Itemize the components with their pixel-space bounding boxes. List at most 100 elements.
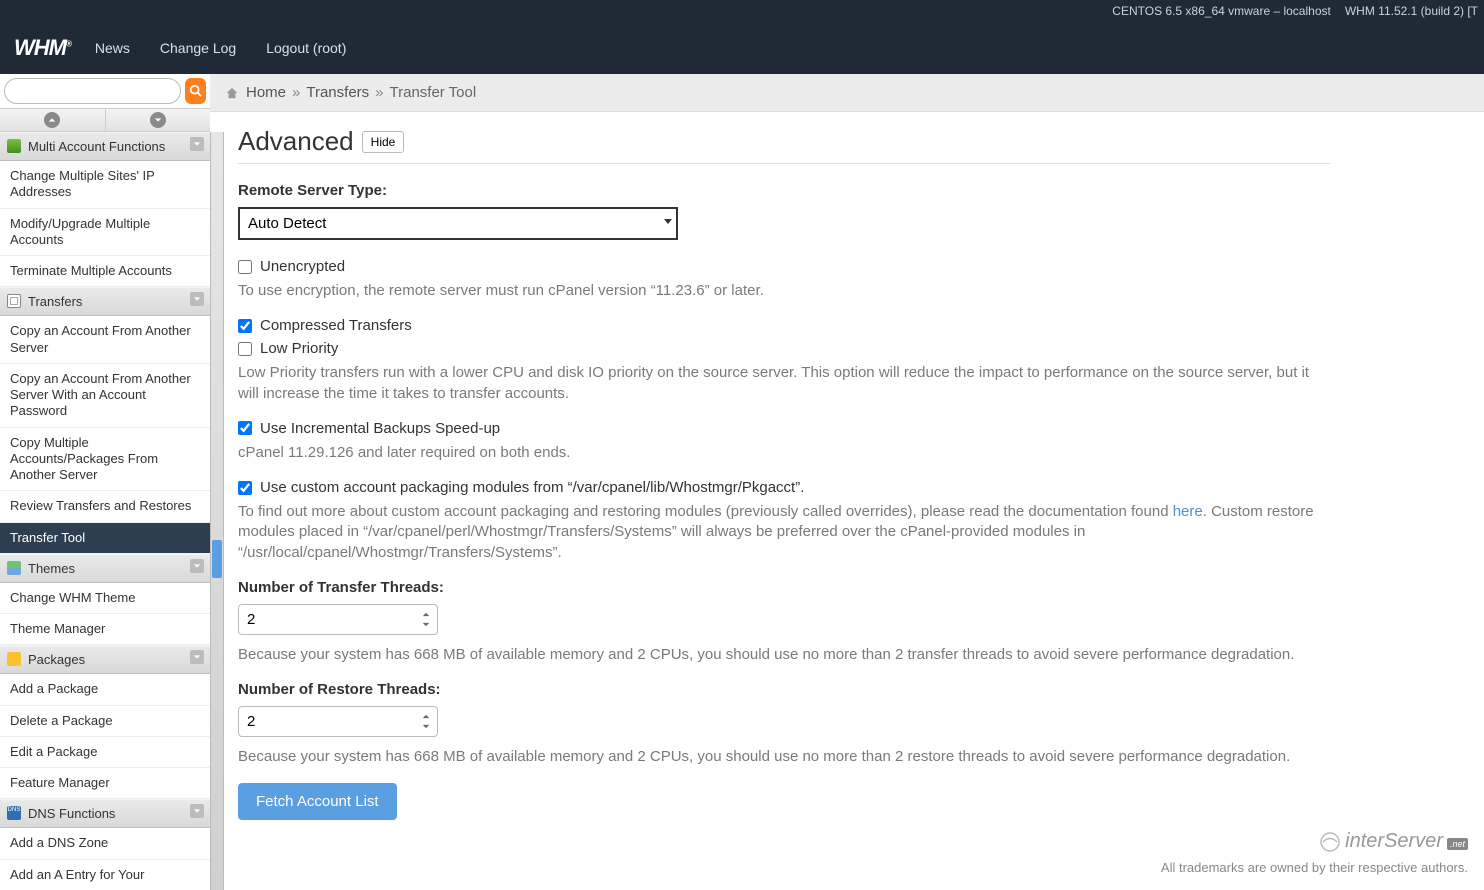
remote-server-type-select[interactable]: Auto Detect	[238, 207, 678, 240]
sidebar-scrollbar[interactable]	[210, 132, 224, 890]
sidebar-group-packages[interactable]: Packages	[0, 645, 210, 674]
restore-threads-help: Because your system has 668 MB of availa…	[238, 747, 1330, 767]
breadcrumb: Home » Transfers » Transfer Tool	[210, 74, 1484, 112]
home-icon	[224, 86, 240, 100]
sidebar-group-label: Transfers	[28, 294, 82, 309]
sidebar-group-multi[interactable]: Multi Account Functions	[0, 132, 210, 161]
header: WHM® News Change Log Logout (root)	[0, 22, 1484, 74]
chevron-up-icon	[422, 612, 430, 617]
lowpriority-help: Low Priority transfers run with a lower …	[238, 363, 1330, 404]
sidebar-item[interactable]: Terminate Multiple Accounts	[0, 256, 210, 287]
breadcrumb-current: Transfer Tool	[390, 84, 477, 101]
collapse-icon	[190, 804, 204, 818]
chevron-down-icon	[154, 116, 162, 124]
sidebar-group-label: DNS Functions	[28, 806, 115, 821]
search-button[interactable]	[185, 78, 206, 104]
nav-collapse-up[interactable]	[0, 109, 106, 131]
sidebar-group-label: Packages	[28, 652, 85, 667]
sidebar-item[interactable]: Copy Multiple Accounts/Packages From Ano…	[0, 428, 210, 492]
chevron-down-icon	[422, 622, 430, 627]
sidebar-item[interactable]: Add an A Entry for Your	[0, 860, 210, 890]
whm-logo: WHM®	[14, 35, 71, 61]
section-title: Advanced	[238, 126, 354, 157]
sidebar-item[interactable]: Feature Manager	[0, 768, 210, 799]
sidebar: Multi Account Functions Change Multiple …	[0, 132, 210, 890]
sidebar-item[interactable]: Edit a Package	[0, 737, 210, 768]
unencrypted-help: To use encryption, the remote server mus…	[238, 281, 1330, 301]
nav-collapse-down[interactable]	[106, 109, 211, 131]
stepper-up[interactable]	[418, 713, 434, 721]
sidebar-item[interactable]: Copy an Account From Another Server With…	[0, 364, 210, 428]
restore-threads-label: Number of Restore Threads:	[238, 681, 1330, 698]
incremental-checkbox[interactable]	[238, 421, 252, 435]
nav-logout[interactable]: Logout (root)	[266, 40, 346, 56]
incremental-label: Use Incremental Backups Speed-up	[260, 420, 500, 437]
stepper-down[interactable]	[418, 723, 434, 731]
sidebar-item[interactable]: Theme Manager	[0, 614, 210, 645]
scrollbar-thumb[interactable]	[212, 540, 222, 578]
whm-version: WHM 11.52.1 (build 2) [T	[1345, 4, 1478, 18]
sidebar-group-label: Themes	[28, 561, 75, 576]
collapse-icon	[190, 292, 204, 306]
sidebar-group-transfers[interactable]: Transfers	[0, 287, 210, 316]
stepper-up[interactable]	[418, 610, 434, 618]
incremental-help: cPanel 11.29.126 and later required on b…	[238, 443, 1330, 463]
lowpriority-label: Low Priority	[260, 340, 338, 357]
hide-button[interactable]: Hide	[362, 131, 405, 153]
custom-modules-label: Use custom account packaging modules fro…	[260, 479, 804, 496]
nav-news[interactable]: News	[95, 40, 130, 56]
unencrypted-checkbox[interactable]	[238, 260, 252, 274]
custom-modules-help: To find out more about custom account pa…	[238, 502, 1330, 563]
nav-changelog[interactable]: Change Log	[160, 40, 236, 56]
sidebar-item-transfer-tool[interactable]: Transfer Tool	[0, 523, 210, 554]
remote-server-type-label: Remote Server Type:	[238, 182, 1330, 199]
transfer-threads-help: Because your system has 668 MB of availa…	[238, 645, 1330, 665]
os-info: CENTOS 6.5 x86_64 vmware – localhost	[1112, 4, 1331, 18]
footer-brand: interServer.net	[1319, 830, 1468, 853]
sidebar-item[interactable]: Add a DNS Zone	[0, 828, 210, 859]
breadcrumb-home[interactable]: Home	[246, 84, 286, 101]
compressed-checkbox[interactable]	[238, 319, 252, 333]
search-icon	[189, 84, 203, 98]
breadcrumb-transfers[interactable]: Transfers	[306, 84, 369, 101]
collapse-icon	[190, 650, 204, 664]
chevron-up-icon	[48, 116, 56, 124]
chevron-down-icon	[422, 724, 430, 729]
collapse-icon	[190, 137, 204, 151]
sidebar-group-themes[interactable]: Themes	[0, 554, 210, 583]
fetch-account-list-button[interactable]: Fetch Account List	[238, 783, 397, 820]
sidebar-item[interactable]: Delete a Package	[0, 706, 210, 737]
collapse-icon	[190, 559, 204, 573]
sidebar-item[interactable]: Add a Package	[0, 674, 210, 705]
sidebar-item[interactable]: Review Transfers and Restores	[0, 491, 210, 522]
unencrypted-label: Unencrypted	[260, 258, 345, 275]
search-input[interactable]	[4, 78, 181, 104]
compressed-label: Compressed Transfers	[260, 317, 412, 334]
multi-account-icon	[7, 139, 21, 153]
restore-threads-input[interactable]	[238, 706, 438, 737]
transfer-threads-label: Number of Transfer Threads:	[238, 579, 1330, 596]
sidebar-group-dns[interactable]: DNS DNS Functions	[0, 799, 210, 828]
nav-controls	[0, 109, 210, 132]
breadcrumb-sep: »	[292, 84, 300, 101]
brand-icon	[1319, 831, 1341, 853]
transfer-threads-input[interactable]	[238, 604, 438, 635]
docs-here-link[interactable]: here	[1173, 503, 1203, 520]
sidebar-item[interactable]: Copy an Account From Another Server	[0, 316, 210, 364]
lowpriority-checkbox[interactable]	[238, 342, 252, 356]
footer-trademark: All trademarks are owned by their respec…	[1161, 860, 1468, 875]
dns-icon: DNS	[7, 806, 21, 820]
sidebar-group-label: Multi Account Functions	[28, 139, 165, 154]
sidebar-item[interactable]: Modify/Upgrade Multiple Accounts	[0, 209, 210, 257]
stepper-down[interactable]	[418, 620, 434, 628]
themes-icon	[7, 561, 21, 575]
chevron-up-icon	[422, 714, 430, 719]
breadcrumb-sep: »	[375, 84, 383, 101]
topbar: CENTOS 6.5 x86_64 vmware – localhost WHM…	[0, 0, 1484, 22]
sidebar-item[interactable]: Change Multiple Sites' IP Addresses	[0, 161, 210, 209]
sidebar-item[interactable]: Change WHM Theme	[0, 583, 210, 614]
custom-modules-checkbox[interactable]	[238, 481, 252, 495]
transfers-icon	[7, 294, 21, 308]
packages-icon	[7, 652, 21, 666]
search-row	[0, 74, 210, 109]
